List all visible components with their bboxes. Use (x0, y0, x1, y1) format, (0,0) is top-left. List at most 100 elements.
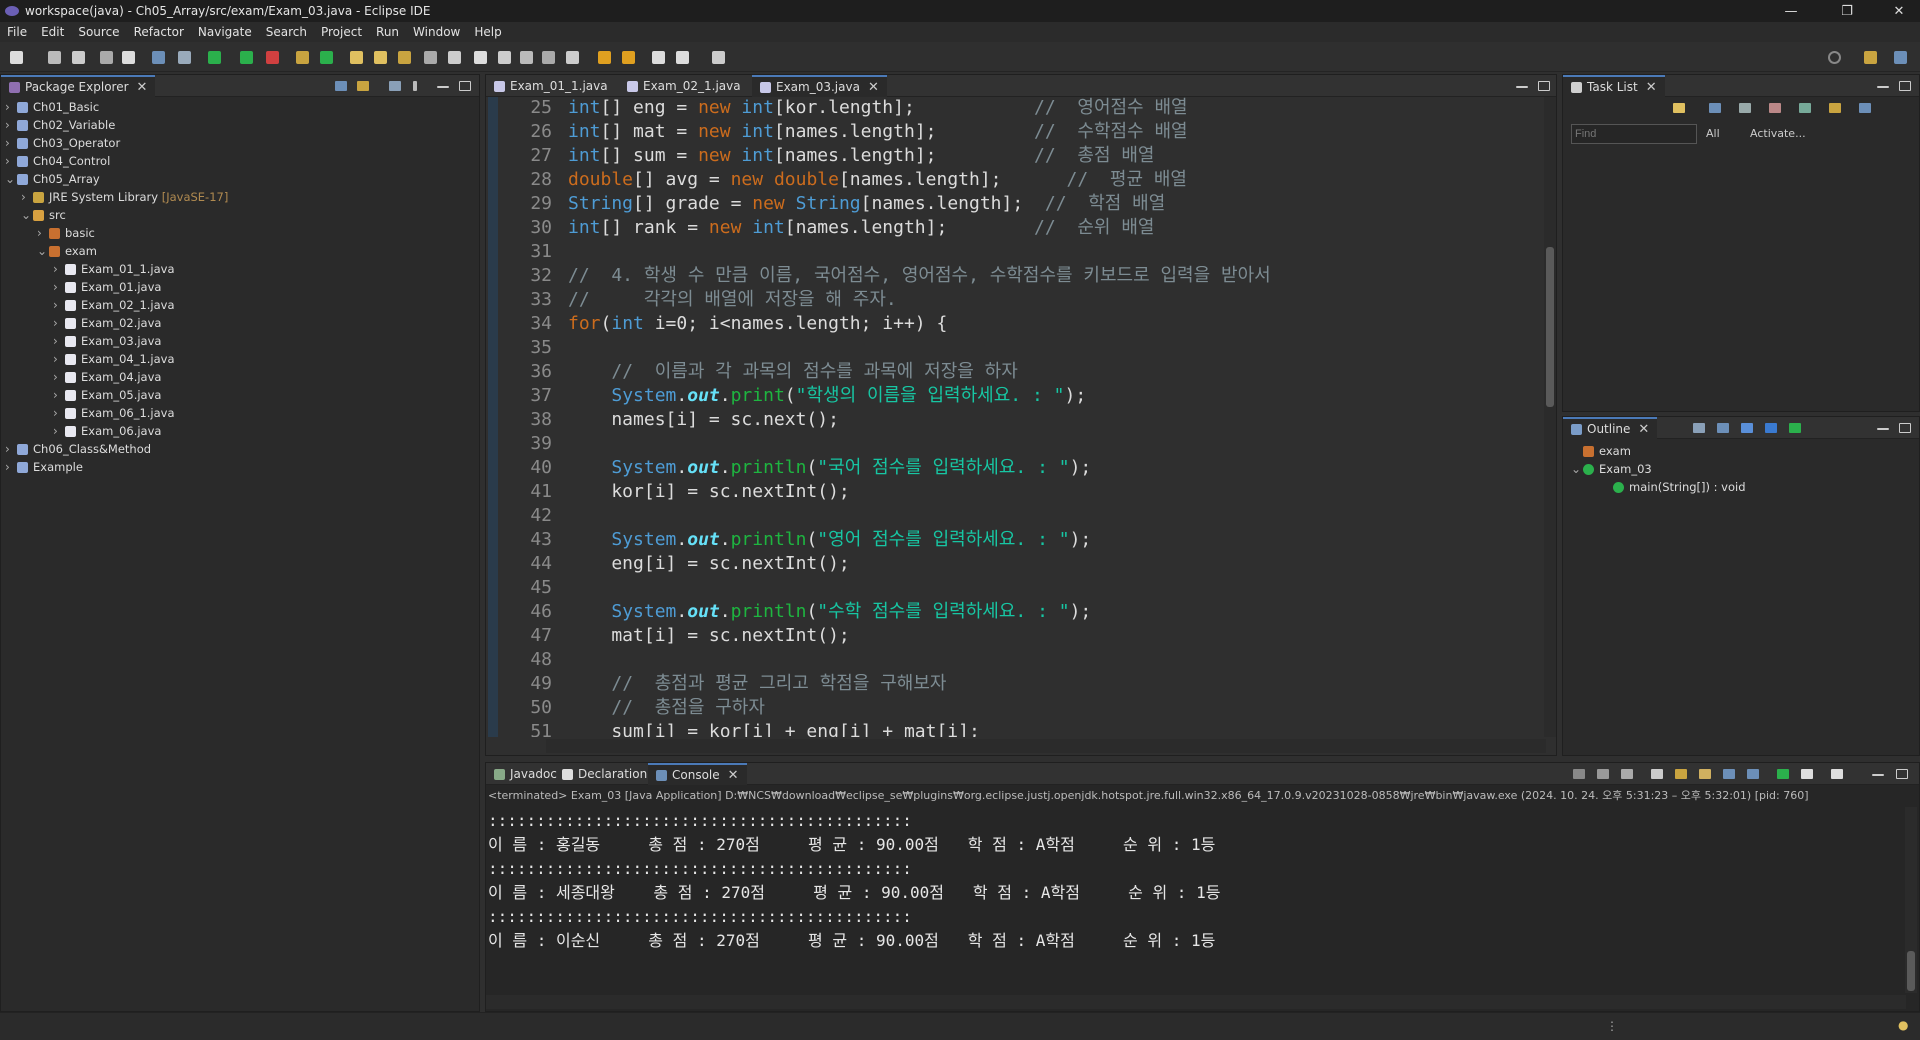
tree-item[interactable]: › Exam_04_1.java (53, 350, 175, 368)
menu-edit[interactable]: Edit (34, 25, 71, 39)
activate-link[interactable]: Activate... (1750, 127, 1806, 140)
minimize-view-icon[interactable] (437, 86, 449, 88)
toolbar-button-icon[interactable] (178, 51, 191, 64)
link-with-editor-icon[interactable] (357, 81, 369, 91)
menu-refactor[interactable]: Refactor (127, 25, 191, 39)
toolbar-button-icon[interactable] (676, 51, 689, 64)
menu-run[interactable]: Run (369, 25, 406, 39)
maximize-view-icon[interactable] (1899, 81, 1911, 91)
categorize-icon[interactable] (1709, 103, 1721, 113)
toolbar-button-icon[interactable] (474, 51, 487, 64)
show-only-icon[interactable] (1799, 103, 1811, 113)
minimize-view-icon[interactable] (1872, 774, 1884, 776)
new-console-icon[interactable] (1831, 769, 1843, 779)
chevron-right-icon[interactable]: › (53, 296, 65, 314)
toolbar-button-icon[interactable] (424, 51, 437, 64)
filter-completed-icon[interactable] (1769, 103, 1781, 113)
status-more-icon[interactable]: ⋮ (1606, 1019, 1618, 1033)
editor-vertical-scrollbar[interactable] (1544, 97, 1556, 737)
tree-item[interactable]: ⌄ exam (37, 242, 97, 260)
hide-static-icon[interactable] (1741, 423, 1753, 433)
chevron-right-icon[interactable]: › (53, 350, 65, 368)
terminate-icon[interactable] (1573, 769, 1585, 779)
chevron-right-icon[interactable]: › (53, 332, 65, 350)
scroll-lock-icon[interactable] (1675, 769, 1687, 779)
chevron-right-icon[interactable]: › (5, 440, 17, 458)
maximize-view-icon[interactable] (1896, 769, 1908, 779)
tree-item[interactable]: › Exam_03.java (53, 332, 161, 350)
toolbar-button-icon[interactable] (566, 51, 579, 64)
minimize-editor-icon[interactable] (1516, 86, 1528, 88)
maximize-view-icon[interactable] (1899, 423, 1911, 433)
menu-search[interactable]: Search (259, 25, 314, 39)
toolbar-button-icon[interactable] (296, 51, 309, 64)
chevron-right-icon[interactable]: › (53, 386, 65, 404)
tree-item[interactable]: › Exam_02_1.java (53, 296, 175, 314)
minimize-button[interactable]: — (1770, 0, 1812, 22)
display-console-icon[interactable] (1801, 769, 1813, 779)
sort-icon[interactable] (1693, 423, 1705, 433)
menu-file[interactable]: File (0, 25, 34, 39)
chevron-right-icon[interactable]: › (5, 152, 17, 170)
tree-item[interactable]: › Exam_06.java (53, 422, 161, 440)
toolbar-button-icon[interactable] (398, 51, 411, 64)
minimize-view-icon[interactable] (1877, 428, 1889, 430)
tab-task-list[interactable]: Task List ✕ (1563, 75, 1665, 97)
tab-exam_01_1-java[interactable]: Exam_01_1.java (486, 75, 616, 97)
tree-item[interactable]: › JRE System Library [JavaSE-17] (21, 188, 228, 206)
toolbar-button-icon[interactable] (374, 51, 387, 64)
tree-item[interactable]: › Ch03_Operator (5, 134, 120, 152)
toolbar-button-icon[interactable] (48, 51, 61, 64)
hide-local-types-icon[interactable] (1789, 423, 1801, 433)
code-area[interactable]: 25 int[] eng = new int[kor.length]; // 영어… (486, 97, 1546, 737)
tree-item[interactable]: ⌄ Ch05_Array (5, 170, 100, 188)
tree-item[interactable]: ⌄ src (21, 206, 66, 224)
view-menu-icon[interactable] (413, 81, 417, 91)
menu-help[interactable]: Help (467, 25, 508, 39)
close-icon[interactable]: ✕ (137, 80, 148, 95)
remove-launch-icon[interactable] (1597, 769, 1609, 779)
clear-console-icon[interactable] (1651, 769, 1663, 779)
outline-item[interactable]: exam (1571, 442, 1631, 460)
scroll-thumb[interactable] (1907, 951, 1915, 991)
chevron-down-icon[interactable]: ⌄ (21, 206, 33, 224)
close-icon[interactable]: ✕ (868, 80, 879, 95)
toolbar-button-icon[interactable] (652, 51, 665, 64)
tree-item[interactable]: › Ch01_Basic (5, 98, 99, 116)
close-window-button[interactable]: ✕ (1878, 0, 1920, 22)
editor-horizontal-scrollbar[interactable] (546, 739, 1546, 753)
tree-item[interactable]: › Exam_02.java (53, 314, 161, 332)
pin-console-icon[interactable] (1777, 769, 1789, 779)
chevron-right-icon[interactable]: › (53, 422, 65, 440)
toolbar-button-icon[interactable] (712, 51, 725, 64)
tree-item[interactable]: › Ch02_Variable (5, 116, 115, 134)
chevron-right-icon[interactable]: › (37, 224, 49, 242)
all-filter[interactable]: All (1706, 127, 1720, 140)
tab-declaration[interactable]: Declaration (554, 763, 655, 785)
console-horizontal-scrollbar[interactable] (486, 995, 1906, 1009)
collapse-icon[interactable] (1859, 103, 1871, 113)
close-icon[interactable]: ✕ (728, 768, 739, 783)
collapse-all-icon[interactable] (335, 81, 347, 91)
task-find-input[interactable] (1571, 124, 1697, 144)
scheduled-icon[interactable] (1739, 103, 1751, 113)
chevron-right-icon[interactable]: › (5, 98, 17, 116)
toolbar-button-icon[interactable] (448, 51, 461, 64)
open-perspective-icon[interactable] (1864, 51, 1877, 64)
chevron-down-icon[interactable]: ⌄ (37, 242, 49, 260)
minimize-view-icon[interactable] (1877, 86, 1889, 88)
toolbar-button-icon[interactable] (622, 51, 635, 64)
new-task-icon[interactable] (1673, 103, 1685, 113)
scroll-thumb[interactable] (1546, 247, 1554, 407)
console-output[interactable]: ::::::::::::::::::::::::::::::::::::::::… (488, 809, 1220, 953)
toolbar-button-icon[interactable] (10, 51, 23, 64)
close-icon[interactable]: ✕ (1638, 422, 1649, 437)
chevron-right-icon[interactable]: › (53, 278, 65, 296)
search-icon[interactable] (1828, 51, 1841, 64)
menu-project[interactable]: Project (314, 25, 369, 39)
tree-item[interactable]: › basic (37, 224, 95, 242)
tree-item[interactable]: › Ch04_Control (5, 152, 110, 170)
close-icon[interactable]: ✕ (1646, 80, 1657, 95)
show-on-error-icon[interactable] (1747, 769, 1759, 779)
tab-package-explorer[interactable]: Package Explorer ✕ (1, 75, 156, 97)
